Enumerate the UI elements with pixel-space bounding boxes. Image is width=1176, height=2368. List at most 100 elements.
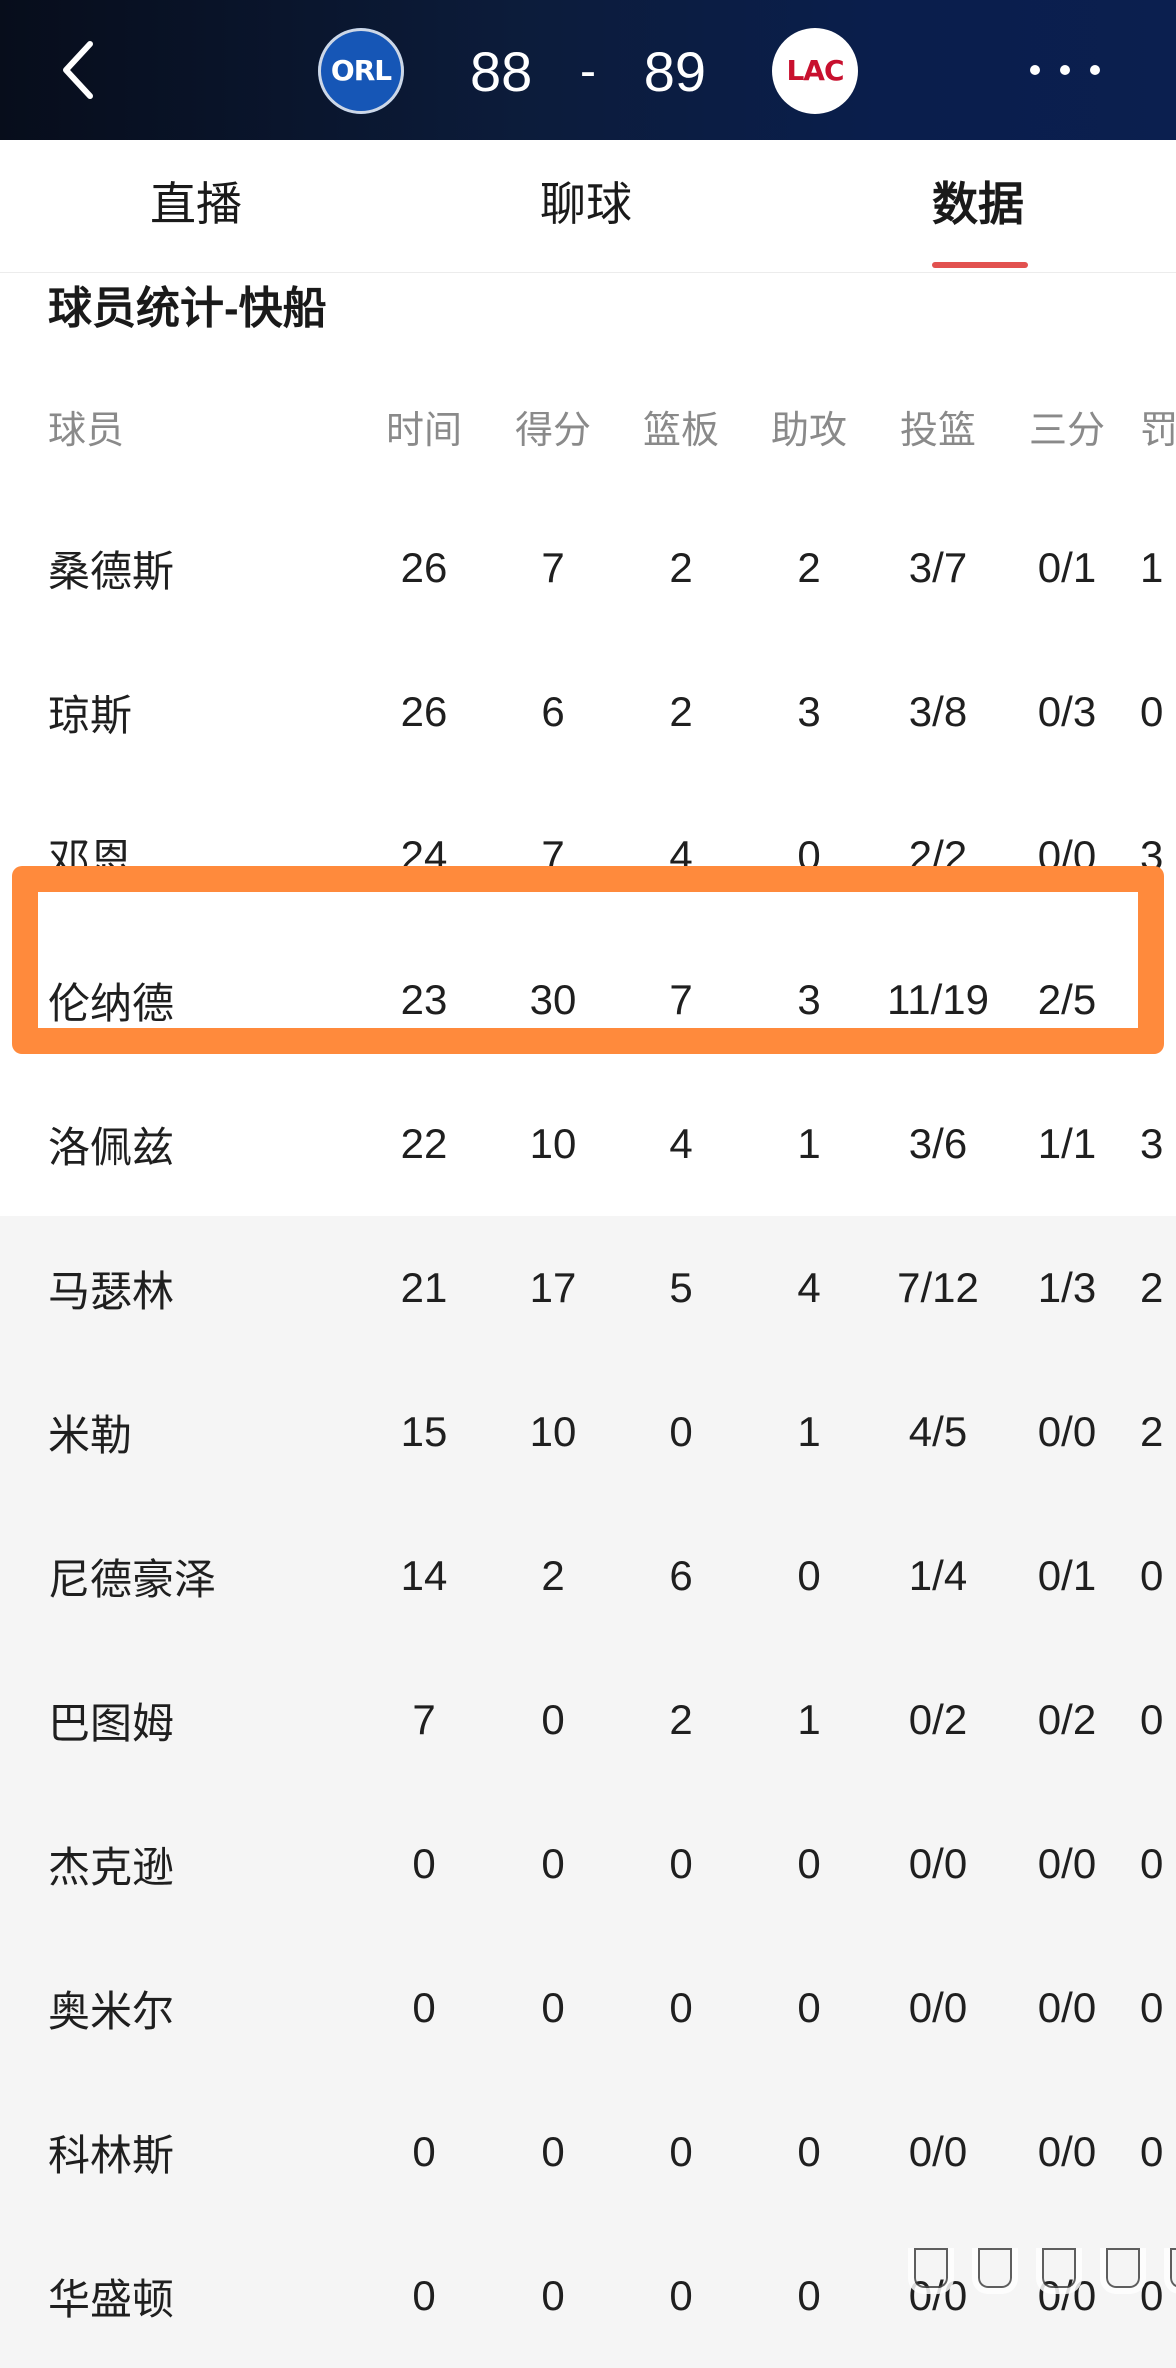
column-header-points[interactable]: 得分 (498, 356, 608, 496)
player-name[interactable]: 尼德豪泽 (48, 1504, 216, 1648)
table-row[interactable]: 科林斯 0 0 0 0 0/0 0/0 0 (0, 2080, 1176, 2224)
column-header-free-throws[interactable]: 罚 (1140, 356, 1176, 496)
player-name[interactable]: 杰克逊 (48, 1792, 174, 1936)
table-body: 桑德斯 26 7 2 2 3/7 0/1 1 琼斯 26 6 2 3 3/8 0/3 0 邓恩 24 7 4 0 2/2 0… (0, 496, 1176, 2368)
player-name[interactable]: 伦纳德 (48, 928, 174, 1072)
stat-points: 2 (541, 1552, 565, 1599)
stat-assists: 0 (797, 2128, 821, 2175)
stat-minutes: 0 (412, 1840, 436, 1887)
stat-free-throws (1140, 928, 1176, 1072)
column-header-rebounds[interactable]: 篮板 (626, 356, 736, 496)
game-header: ORL 88 - 89 LAC (0, 0, 1176, 140)
table-row[interactable]: 奥米尔 0 0 0 0 0/0 0/0 0 (0, 1936, 1176, 2080)
stat-assists: 4 (797, 1264, 821, 1311)
player-name[interactable]: 奥米尔 (48, 1936, 174, 2080)
stat-assists: 3 (797, 976, 821, 1023)
player-name[interactable]: 马瑟林 (48, 1216, 174, 1360)
stat-points: 10 (529, 1120, 577, 1167)
table-row[interactable]: 洛佩兹 22 10 4 1 3/6 1/1 3 (0, 1072, 1176, 1216)
watermark-glyph-icon (908, 2248, 954, 2294)
back-button[interactable] (48, 34, 112, 106)
watermark-glyph-icon (1164, 2248, 1176, 2294)
stat-points: 0 (541, 2128, 565, 2175)
column-header-three-pointers[interactable]: 三分 (1012, 356, 1122, 496)
stat-assists: 3 (797, 688, 821, 735)
scoreboard: 88 - 89 (470, 34, 706, 108)
stat-free-throws: 1 (1140, 544, 1164, 591)
stat-assists: 1 (797, 1408, 821, 1455)
tab-chat[interactable]: 聊球 (536, 168, 636, 234)
stat-assists: 0 (797, 832, 821, 879)
stat-free-throws: 0 (1140, 1552, 1164, 1599)
stat-three-pointers: 1/3 (1037, 1264, 1097, 1311)
stat-field-goals: 0/2 (908, 1696, 968, 1743)
player-name[interactable]: 米勒 (48, 1360, 132, 1504)
table-row[interactable]: 邓恩 24 7 4 0 2/2 0/0 3 (0, 784, 1176, 928)
stat-minutes: 14 (400, 1552, 448, 1599)
column-header-field-goals[interactable]: 投篮 (883, 356, 993, 496)
stat-three-pointers: 0/0 (1037, 2272, 1097, 2319)
column-header-minutes[interactable]: 时间 (369, 356, 479, 496)
stat-minutes: 21 (400, 1264, 448, 1311)
stat-three-pointers: 0/1 (1037, 544, 1097, 591)
table-row[interactable]: 琼斯 26 6 2 3 3/8 0/3 0 (0, 640, 1176, 784)
stat-three-pointers: 1/1 (1037, 1120, 1097, 1167)
more-options-button[interactable] (1030, 50, 1100, 90)
away-team-logo[interactable]: LAC (772, 28, 858, 114)
stat-field-goals: 0/0 (908, 1984, 968, 2031)
stat-field-goals: 3/8 (908, 688, 968, 735)
stat-minutes: 24 (400, 832, 448, 879)
stat-minutes: 23 (400, 976, 448, 1023)
stat-field-goals: 3/6 (908, 1120, 968, 1167)
stat-assists: 0 (797, 2272, 821, 2319)
stat-field-goals: 0/0 (908, 2128, 968, 2175)
player-name[interactable]: 琼斯 (48, 640, 132, 784)
stat-assists: 1 (797, 1696, 821, 1743)
player-name[interactable]: 巴图姆 (48, 1648, 174, 1792)
stat-points: 0 (541, 1984, 565, 2031)
table-row[interactable]: 伦纳德 23 30 7 3 11/19 2/5 (0, 928, 1176, 1072)
active-tab-indicator (932, 262, 1028, 268)
stat-field-goals: 4/5 (908, 1408, 968, 1455)
watermark-glyph-icon (1036, 2248, 1082, 2294)
tab-bar: 直播 聊球 数据 (0, 140, 1176, 273)
table-row[interactable]: 巴图姆 7 0 2 1 0/2 0/2 0 (0, 1648, 1176, 1792)
stat-free-throws: 0 (1140, 688, 1164, 735)
stat-rebounds: 4 (669, 1120, 693, 1167)
column-header-assists[interactable]: 助攻 (754, 356, 864, 496)
stat-minutes: 15 (400, 1408, 448, 1455)
player-name[interactable]: 华盛顿 (48, 2224, 174, 2368)
stat-minutes: 0 (412, 2128, 436, 2175)
table-row[interactable]: 尼德豪泽 14 2 6 0 1/4 0/1 0 (0, 1504, 1176, 1648)
stat-field-goals: 0/0 (908, 1840, 968, 1887)
table-row[interactable]: 桑德斯 26 7 2 2 3/7 0/1 1 (0, 496, 1176, 640)
stat-rebounds: 0 (669, 2272, 693, 2319)
stat-assists: 0 (797, 1984, 821, 2031)
tab-live[interactable]: 直播 (146, 168, 246, 234)
stat-points: 10 (529, 1408, 577, 1455)
watermark-glyph-icon (1100, 2248, 1146, 2294)
player-name[interactable]: 邓恩 (48, 784, 132, 928)
more-dot-icon (1030, 65, 1040, 75)
stat-field-goals: 1/4 (908, 1552, 968, 1599)
away-team-abbr: LAC (786, 54, 844, 87)
table-row[interactable]: 马瑟林 21 17 5 4 7/12 1/3 2 (0, 1216, 1176, 1360)
stat-field-goals: 0/0 (908, 2272, 968, 2319)
player-name[interactable]: 洛佩兹 (48, 1072, 174, 1216)
stat-rebounds: 2 (669, 688, 693, 735)
column-header-player[interactable]: 球员 (48, 356, 124, 496)
stat-minutes: 7 (412, 1696, 436, 1743)
table-row[interactable]: 华盛顿 0 0 0 0 0/0 0/0 0 (0, 2224, 1176, 2368)
table-row[interactable]: 米勒 15 10 0 1 4/5 0/0 2 (0, 1360, 1176, 1504)
home-team-logo[interactable]: ORL (318, 28, 404, 114)
stat-assists: 0 (797, 1552, 821, 1599)
stat-points: 6 (541, 688, 565, 735)
stat-three-pointers: 2/5 (1037, 976, 1097, 1023)
table-row[interactable]: 杰克逊 0 0 0 0 0/0 0/0 0 (0, 1792, 1176, 1936)
player-name[interactable]: 科林斯 (48, 2080, 174, 2224)
away-score: 89 (643, 39, 706, 103)
stat-points: 17 (529, 1264, 577, 1311)
player-name[interactable]: 桑德斯 (48, 496, 174, 640)
tab-data[interactable]: 数据 (928, 168, 1028, 234)
watermark (908, 2248, 1176, 2294)
